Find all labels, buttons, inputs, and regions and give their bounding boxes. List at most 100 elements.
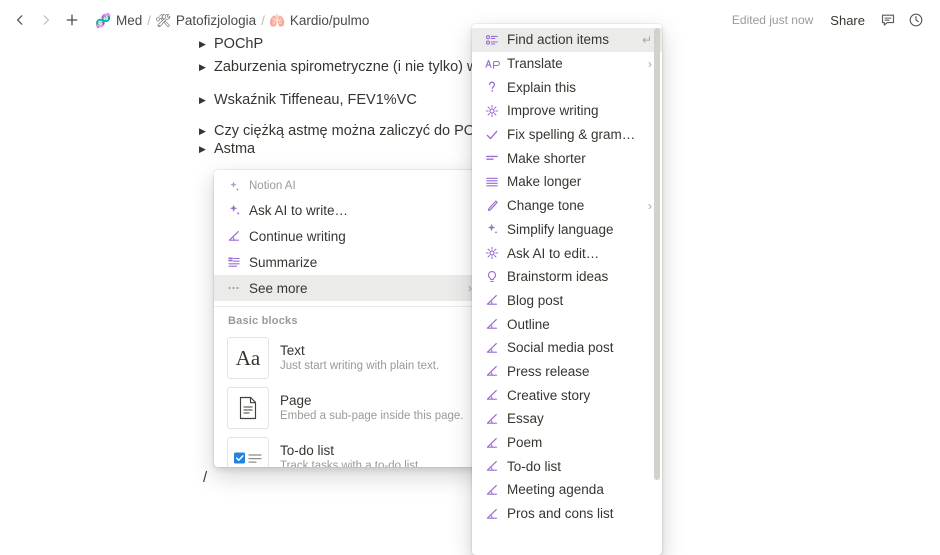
basic-blocks-section-label: Basic blocks: [228, 315, 298, 327]
breadcrumb-item-med[interactable]: 🧬 Med: [92, 11, 146, 30]
submenu-item-label: Improve writing: [507, 103, 599, 119]
sparkle-icon: [227, 203, 249, 217]
submenu-item-make-shorter[interactable]: Make shorter: [472, 146, 662, 170]
sparkle-icon: [227, 180, 249, 193]
submenu-item-label: Find action items: [507, 32, 610, 48]
pen-angle-icon: [485, 436, 507, 450]
slash-command-text[interactable]: /: [203, 468, 207, 488]
pen-angle-icon: [227, 229, 249, 243]
submenu-chevron-icon: ›: [648, 198, 652, 213]
block-item-page[interactable]: Page Embed a sub-page inside this page.: [214, 383, 482, 433]
menu-item-see-more[interactable]: See more ›: [214, 275, 482, 301]
submenu-item-creative-story[interactable]: Creative story: [472, 383, 662, 407]
dna-icon: 🧬: [95, 12, 112, 28]
toggle-caret-icon[interactable]: ▶: [196, 121, 214, 141]
toggle-caret-icon[interactable]: ▶: [196, 90, 214, 110]
sparkle-burst-icon: [485, 246, 507, 260]
submenu-item-to-do-list[interactable]: To-do list: [472, 454, 662, 478]
submenu-item-essay[interactable]: Essay: [472, 407, 662, 431]
pen-angle-icon: [485, 412, 507, 426]
breadcrumb-label: Patofizjologia: [175, 12, 257, 28]
toggle-block[interactable]: ▶ Zaburzenia spirometryczne (i nie tylko…: [196, 57, 478, 77]
pen-angle-icon: [485, 459, 507, 473]
share-button[interactable]: Share: [823, 10, 872, 31]
submenu-item-improve-writing[interactable]: Improve writing: [472, 99, 662, 123]
block-description: Just start writing with plain text.: [280, 360, 440, 372]
toggle-block[interactable]: ▶ POChP: [196, 34, 263, 54]
submenu-item-brainstorm-ideas[interactable]: Brainstorm ideas: [472, 265, 662, 289]
toggle-caret-icon[interactable]: ▶: [196, 57, 214, 77]
summarize-icon: [227, 255, 249, 269]
submenu-scrollbar[interactable]: [654, 28, 660, 545]
clock-history-icon[interactable]: [904, 8, 928, 32]
submenu-item-poem[interactable]: Poem: [472, 431, 662, 455]
menu-item-continue-writing[interactable]: Continue writing: [214, 223, 482, 249]
block-text-wrap: Text Just start writing with plain text.: [280, 342, 439, 374]
submenu-item-label: Meeting agenda: [507, 482, 604, 498]
menu-item-ask-ai-to-write[interactable]: Ask AI to write…: [214, 197, 482, 223]
slash-command-menu: Notion AI Ask AI to write… Continue writ…: [214, 170, 482, 467]
block-text-wrap: Page Embed a sub-page inside this page.: [280, 392, 463, 424]
pen-angle-icon: [485, 507, 507, 521]
submenu-item-translate[interactable]: Translate ›: [472, 52, 662, 76]
submenu-item-make-longer[interactable]: Make longer: [472, 170, 662, 194]
submenu-item-explain-this[interactable]: Explain this: [472, 75, 662, 99]
make-longer-icon: [485, 175, 507, 189]
toggle-label: Czy ciężką astmę można zaliczyć do POC: [214, 123, 486, 139]
ai-submenu: Find action items ↵ Translate › Explain …: [472, 24, 662, 555]
toggle-label: Wskaźnik Tiffeneau, FEV1%VC: [214, 92, 417, 108]
toggle-caret-icon[interactable]: ▶: [196, 34, 214, 54]
block-item-todo-list[interactable]: To-do list Track tasks with a to-do list…: [214, 433, 482, 467]
submenu-item-label: Change tone: [507, 198, 585, 214]
submenu-item-social-media-post[interactable]: Social media post: [472, 336, 662, 360]
block-item-text[interactable]: Aa Text Just start writing with plain te…: [214, 333, 482, 383]
breadcrumb: 🧬 Med / 🛠 Patofizjologia / 🫁 Kardio/pulm…: [92, 11, 373, 30]
translate-icon: [485, 58, 507, 70]
submenu-item-label: To-do list: [507, 458, 562, 474]
make-shorter-icon: [485, 151, 507, 165]
block-title: Text: [280, 343, 305, 358]
chevron-right-icon[interactable]: [34, 8, 58, 32]
comment-icon[interactable]: [876, 8, 900, 32]
sparkle-icon: [485, 222, 507, 236]
menu-item-label: Ask AI to write…: [249, 202, 349, 218]
breadcrumb-item-patofizjologia[interactable]: 🛠 Patofizjologia: [152, 11, 260, 30]
menu-item-label: Continue writing: [249, 228, 346, 244]
top-bar: 🧬 Med / 🛠 Patofizjologia / 🫁 Kardio/pulm…: [0, 0, 940, 40]
breadcrumb-separator: /: [261, 12, 265, 28]
block-title: Page: [280, 393, 312, 408]
submenu-item-change-tone[interactable]: Change tone ›: [472, 194, 662, 218]
action-items-icon: [485, 33, 507, 47]
submenu-item-label: Simplify language: [507, 221, 614, 237]
enter-key-icon: ↵: [641, 32, 652, 47]
ellipsis-icon: [227, 281, 249, 295]
submenu-item-pros-and-cons-list[interactable]: Pros and cons list: [472, 502, 662, 526]
submenu-item-meeting-agenda[interactable]: Meeting agenda: [472, 478, 662, 502]
submenu-item-fix-spelling-grammar[interactable]: Fix spelling & gram…: [472, 123, 662, 147]
pen-angle-icon: [485, 483, 507, 497]
toggle-caret-icon[interactable]: ▶: [196, 139, 214, 159]
page-doc-icon: [227, 387, 269, 429]
lungs-icon: 🫁: [269, 12, 286, 28]
menu-item-summarize[interactable]: Summarize: [214, 249, 482, 275]
submenu-scrollbar-thumb[interactable]: [654, 28, 660, 480]
breadcrumb-item-kardio-pulmo[interactable]: 🫁 Kardio/pulmo: [266, 11, 374, 30]
submenu-item-find-action-items[interactable]: Find action items ↵: [472, 28, 662, 52]
chevron-left-icon[interactable]: [8, 8, 32, 32]
submenu-item-press-release[interactable]: Press release: [472, 360, 662, 384]
submenu-item-outline[interactable]: Outline: [472, 312, 662, 336]
question-icon: [485, 80, 507, 94]
toggle-label: Zaburzenia spirometryczne (i nie tylko) …: [214, 59, 478, 75]
toggle-block[interactable]: ▶ Astma: [196, 139, 255, 159]
submenu-item-label: Fix spelling & gram…: [507, 127, 636, 143]
toggle-block[interactable]: ▶ Wskaźnik Tiffeneau, FEV1%VC: [196, 90, 417, 110]
block-title: To-do list: [280, 443, 335, 458]
submenu-item-ask-ai-to-edit[interactable]: Ask AI to edit…: [472, 241, 662, 265]
toggle-block[interactable]: ▶ Czy ciężką astmę można zaliczyć do POC: [196, 121, 486, 141]
submenu-item-blog-post[interactable]: Blog post: [472, 289, 662, 313]
submenu-item-simplify-language[interactable]: Simplify language: [472, 218, 662, 242]
plus-icon[interactable]: [60, 8, 84, 32]
top-bar-actions: Edited just now Share: [726, 8, 930, 32]
menu-item-label: Summarize: [249, 254, 318, 270]
submenu-chevron-icon: ›: [648, 56, 652, 71]
